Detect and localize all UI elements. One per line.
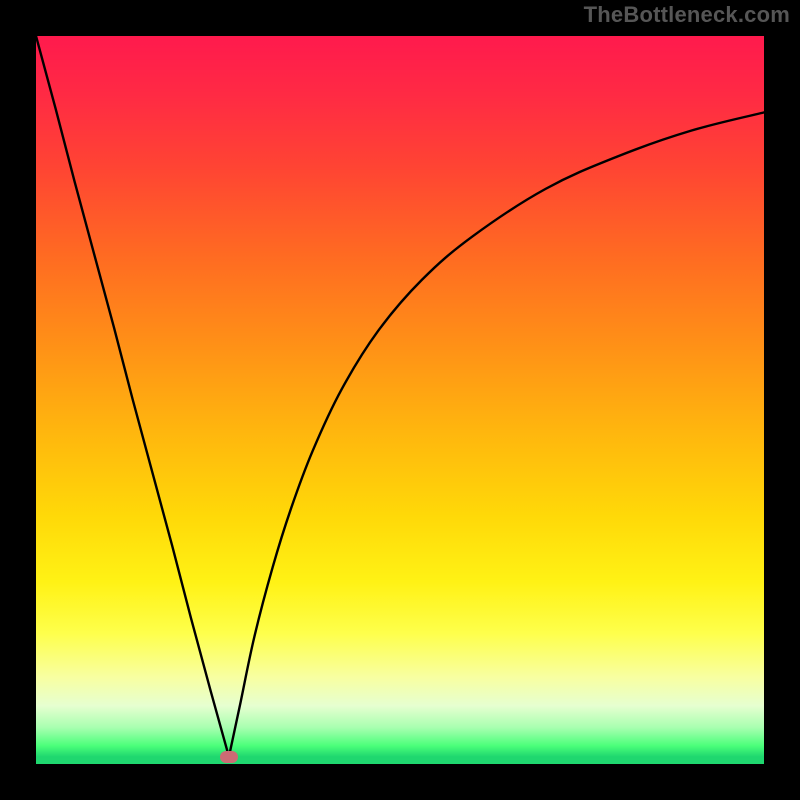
plot-area	[36, 36, 764, 764]
bottleneck-curve	[36, 36, 764, 764]
watermark-text: TheBottleneck.com	[584, 2, 790, 28]
optimal-point-marker	[220, 751, 238, 763]
chart-frame: TheBottleneck.com	[0, 0, 800, 800]
